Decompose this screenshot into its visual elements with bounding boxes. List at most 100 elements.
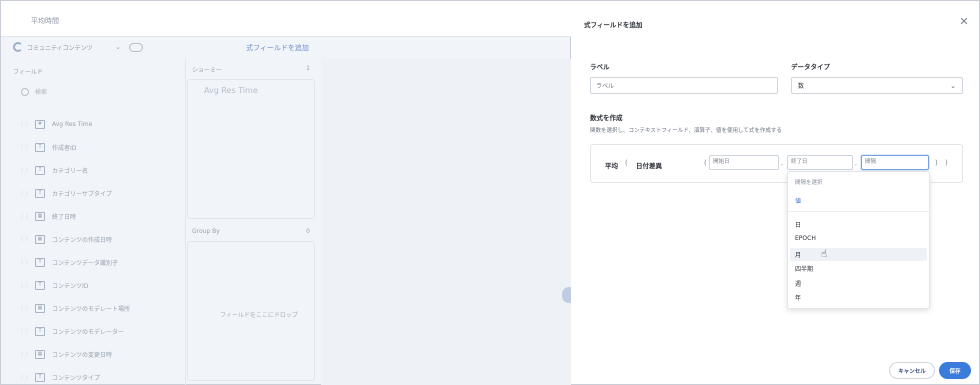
- text-icon: T: [35, 327, 45, 336]
- list-item[interactable]: ⋮⋮ ▦ コンテンツの変更日時: [19, 343, 179, 366]
- add-formula-field-panel: 式フィールドを追加 ✕ ラベル データタイプ 数 ⌄ 数式を作成 関数を選択し、…: [571, 0, 980, 385]
- list-item[interactable]: ⋮⋮ T コンテンツデータ識別子: [19, 251, 179, 274]
- toggle-switch[interactable]: [128, 42, 143, 52]
- chevron-down-icon: ⌄: [950, 81, 956, 90]
- datatype-value: 数: [798, 83, 805, 90]
- option-day[interactable]: 日: [795, 220, 801, 229]
- function-name[interactable]: 平均: [605, 160, 618, 170]
- add-formula-field-link[interactable]: 式フィールドを追加: [246, 43, 309, 53]
- interval-arg[interactable]: 間隔: [861, 155, 929, 170]
- hand-cursor-icon: ☝: [821, 249, 828, 260]
- field-list: ⋮⋮ # Avg Res Time ⋮⋮ T 作成者ID ⋮⋮ T カテゴリー名 ⋮⋮ T カテ…: [19, 113, 179, 385]
- date-icon: ▦: [35, 212, 45, 221]
- list-item[interactable]: ⋮⋮ ▦ コンテンツの作成日時: [19, 228, 179, 251]
- open-paren: (: [625, 159, 628, 167]
- comma: ,: [855, 160, 857, 167]
- measure-chip[interactable]: Avg Res Time: [204, 86, 258, 95]
- list-item[interactable]: ⋮⋮ ▦ コンテンツのモデレート場所: [19, 297, 179, 320]
- option-epoch[interactable]: EPOCH: [795, 235, 816, 242]
- search-placeholder: 検索: [35, 89, 48, 96]
- app-header: 平均時間: [1, 1, 572, 37]
- list-item[interactable]: ⋮⋮ T 作成者ID: [19, 136, 179, 159]
- drag-handle-icon[interactable]: ⋮⋮: [19, 351, 30, 358]
- open-paren: (: [704, 159, 707, 167]
- list-item[interactable]: ⋮⋮ ▦ 終了日時: [19, 205, 179, 228]
- source-name: コミュニティコンテンツ: [27, 44, 93, 52]
- option-quarter[interactable]: 四半期: [795, 264, 813, 273]
- drag-handle-icon[interactable]: ⋮⋮: [19, 190, 30, 197]
- close-icon[interactable]: ✕: [957, 15, 971, 29]
- drag-handle-icon[interactable]: ⋮⋮: [19, 144, 30, 151]
- text-icon: T: [35, 166, 45, 175]
- text-icon: T: [35, 189, 45, 198]
- start-date-arg[interactable]: 開始日: [709, 155, 779, 170]
- list-item[interactable]: ⋮⋮ T コンテンツタイプ: [19, 366, 179, 385]
- list-item[interactable]: ⋮⋮ # Avg Res Time: [19, 113, 179, 136]
- field-label: コンテンツの作成日時: [52, 237, 113, 244]
- field-label: Avg Res Time: [52, 121, 93, 128]
- field-label: コンテンツのモデレート場所: [52, 306, 131, 313]
- dropdown-placeholder: 間隔を選択: [795, 180, 823, 186]
- number-icon: #: [35, 120, 45, 129]
- summary-drop-zone[interactable]: Avg Res Time: [187, 79, 315, 219]
- drop-hint: フィールドをここにドロップ: [220, 312, 298, 319]
- summary-count-badge: 1: [306, 65, 310, 72]
- drag-handle-icon[interactable]: ⋮⋮: [19, 282, 30, 289]
- hover-highlight: [790, 248, 927, 261]
- text-icon: T: [35, 258, 45, 267]
- field-label: カテゴリーサブタイプ: [52, 191, 112, 198]
- option-week[interactable]: 週: [795, 279, 801, 288]
- option-year[interactable]: 年: [795, 293, 801, 302]
- label-field-label: ラベル: [590, 63, 610, 71]
- date-icon: ▦: [35, 304, 45, 313]
- background-app: 平均時間 コミュニティコンテンツ ⌄ 式フィールドを追加 フィールド 検索 ⋮⋮…: [0, 0, 576, 385]
- option-month[interactable]: 月: [795, 250, 801, 259]
- search-icon: [21, 87, 29, 96]
- list-item[interactable]: ⋮⋮ T カテゴリー名: [19, 159, 179, 182]
- field-label: カテゴリー名: [52, 168, 89, 175]
- interval-dropdown: 間隔を選択 値 日 EPOCH 月 ☝ 四半期 週 年: [787, 171, 930, 309]
- field-label: コンテンツID: [52, 283, 89, 290]
- groupby-title: Group By: [192, 228, 220, 235]
- groupby-header: Group By 0: [192, 228, 310, 235]
- comma: ,: [781, 160, 783, 167]
- formula-description: 関数を選択し、コンテキストフィールド、演算子、値を使用して式を作成する: [590, 128, 782, 134]
- value-option[interactable]: 値: [795, 196, 801, 205]
- drag-handle-icon[interactable]: ⋮⋮: [19, 374, 30, 381]
- summary-header: ショーミー 1: [192, 65, 310, 77]
- report-title: 平均時間: [31, 17, 59, 25]
- drag-handle-icon[interactable]: ⋮⋮: [19, 236, 30, 243]
- save-button[interactable]: 保存: [939, 362, 971, 379]
- summary-title: ショーミー: [192, 67, 223, 74]
- cancel-button[interactable]: キャンセル: [889, 362, 935, 379]
- list-item[interactable]: ⋮⋮ T コンテンツID: [19, 274, 179, 297]
- field-label: 作成者ID: [52, 145, 77, 152]
- datatype-select[interactable]: 数 ⌄: [791, 77, 963, 94]
- inner-function-name[interactable]: 日付差異: [636, 160, 662, 170]
- text-icon: T: [35, 143, 45, 152]
- date-icon: ▦: [35, 350, 45, 359]
- date-icon: ▦: [35, 235, 45, 244]
- field-label: コンテンツデータ識別子: [52, 260, 119, 267]
- groupby-drop-zone[interactable]: フィールドをここにドロップ: [187, 241, 315, 381]
- chevron-down-icon: ⌄: [115, 43, 121, 51]
- end-date-arg[interactable]: 終了日: [787, 155, 853, 170]
- drag-handle-icon[interactable]: ⋮⋮: [19, 259, 30, 266]
- chart-canvas: [321, 59, 571, 385]
- list-item[interactable]: ⋮⋮ T カテゴリーサブタイプ: [19, 182, 179, 205]
- list-item[interactable]: ⋮⋮ T コンテンツのモデレーター: [19, 320, 179, 343]
- field-search[interactable]: 検索: [21, 87, 47, 96]
- data-source-selector[interactable]: コミュニティコンテンツ ⌄: [13, 39, 143, 55]
- drag-handle-icon[interactable]: ⋮⋮: [19, 121, 30, 128]
- drag-handle-icon[interactable]: ⋮⋮: [19, 213, 30, 220]
- field-label: 終了日時: [52, 214, 77, 221]
- drag-handle-icon[interactable]: ⋮⋮: [19, 328, 30, 335]
- close-paren: ): [935, 159, 938, 167]
- drag-handle-icon[interactable]: ⋮⋮: [19, 305, 30, 312]
- field-label: コンテンツの変更日時: [52, 352, 113, 359]
- drag-handle-icon[interactable]: ⋮⋮: [19, 167, 30, 174]
- formula-heading: 数式を作成: [590, 114, 623, 122]
- label-input[interactable]: [590, 77, 778, 94]
- field-label: コンテンツタイプ: [52, 375, 101, 382]
- source-logo-icon: [13, 42, 23, 52]
